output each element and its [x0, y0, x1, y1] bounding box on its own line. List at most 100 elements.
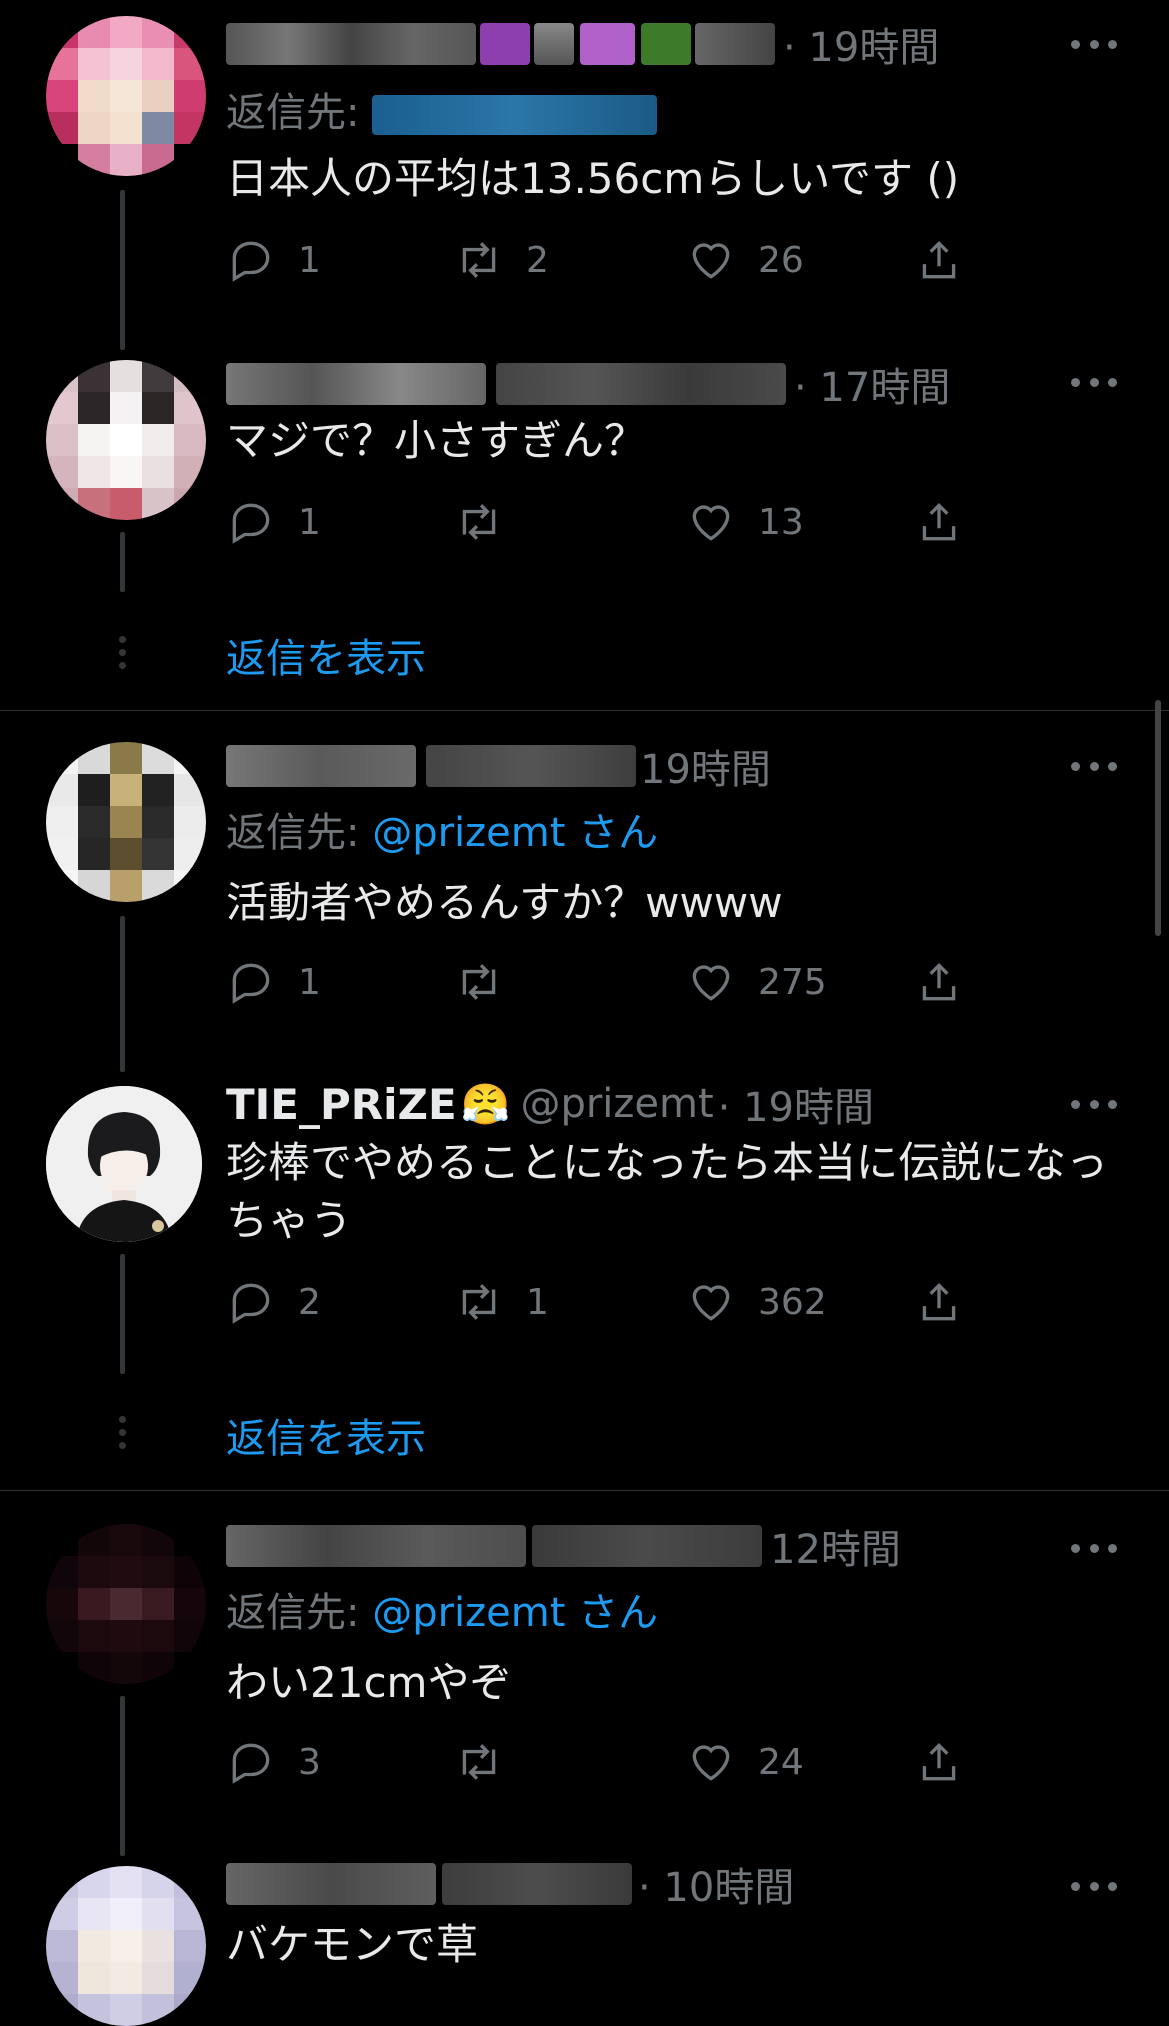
- tweet-text: マジで？小さすぎん？: [226, 416, 647, 465]
- heart-icon: [692, 243, 730, 279]
- reply-to-label: 返信先:: [226, 90, 360, 136]
- scrollbar[interactable]: [1155, 700, 1161, 936]
- action-bar: 1 275: [226, 952, 986, 1012]
- avatar[interactable]: [46, 1866, 206, 2026]
- avatar-illustration: [46, 1086, 202, 1242]
- reply-button[interactable]: 2: [226, 1272, 321, 1332]
- avatar[interactable]: [46, 742, 206, 902]
- reply-count: 1: [298, 961, 321, 1003]
- heart-icon: [692, 505, 730, 541]
- tweet-text: 活動者やめるんすか？wwww: [226, 878, 783, 927]
- share-button[interactable]: [914, 492, 964, 552]
- reply-to-label: 返信先:: [226, 1590, 360, 1636]
- tweet-time: · 17時間: [794, 365, 951, 411]
- blurred-handle: [532, 1525, 762, 1567]
- reply-button[interactable]: 1: [226, 492, 321, 552]
- reply-button[interactable]: 1: [226, 952, 321, 1012]
- like-count: 26: [758, 239, 804, 281]
- thread-continuation-icon: [117, 1416, 127, 1455]
- heart-icon: [692, 1285, 730, 1321]
- thread-line: [120, 1254, 125, 1374]
- avatar[interactable]: [46, 1524, 206, 1684]
- share-button[interactable]: [914, 230, 964, 290]
- blurred-mention[interactable]: [372, 95, 658, 135]
- reply-count: 2: [298, 1281, 321, 1323]
- share-icon: [922, 1282, 956, 1321]
- tweet-time: · 19時間: [783, 25, 940, 71]
- share-icon: [922, 240, 956, 279]
- more-icon[interactable]: [1071, 1542, 1117, 1554]
- like-button[interactable]: 362: [686, 1272, 827, 1332]
- reply-to-mention[interactable]: @prizemt さん: [372, 810, 658, 856]
- share-button[interactable]: [914, 1272, 964, 1332]
- retweet-icon: [462, 964, 496, 1000]
- more-icon[interactable]: [1071, 1098, 1117, 1110]
- blurred-emoji: [580, 23, 635, 65]
- blurred-username: [226, 1863, 436, 1905]
- retweet-icon: [462, 1744, 496, 1780]
- thread-continuation-icon: [117, 636, 127, 675]
- tweet-header: · 19時間: [226, 16, 939, 72]
- more-icon[interactable]: [1071, 376, 1117, 388]
- reply-to-label: 返信先:: [226, 810, 360, 856]
- show-replies-link[interactable]: 返信を表示: [226, 1406, 426, 1464]
- reply-icon: [232, 963, 270, 1004]
- tweet-time: · 19時間: [717, 1085, 874, 1131]
- like-button[interactable]: 24: [686, 1732, 804, 1792]
- retweet-icon: [462, 504, 496, 540]
- blurred-username: [226, 745, 416, 787]
- retweet-count: 1: [526, 1281, 549, 1323]
- blurred-username: [226, 23, 476, 65]
- retweet-button[interactable]: [454, 492, 526, 552]
- show-replies-link[interactable]: 返信を表示: [226, 626, 426, 684]
- share-icon: [922, 502, 956, 541]
- tweet-time: 12時間: [770, 1527, 901, 1573]
- divider: [0, 710, 1169, 711]
- blurred-handle: [695, 23, 775, 65]
- avatar[interactable]: [46, 1086, 202, 1242]
- action-bar: 2 1 362: [226, 1272, 986, 1332]
- like-button[interactable]: 275: [686, 952, 827, 1012]
- tweet-text: 日本人の平均は13.56cmらしいです (): [226, 154, 960, 203]
- blurred-handle: [442, 1863, 632, 1905]
- retweet-button[interactable]: [454, 952, 526, 1012]
- share-icon: [922, 1742, 956, 1781]
- reply-to: 返信先: @prizemt さん: [226, 1580, 658, 1638]
- emoji: 😤: [460, 1081, 511, 1128]
- tweet-header: 19時間: [226, 738, 771, 794]
- retweet-button[interactable]: 2: [454, 230, 549, 290]
- blurred-handle: [426, 745, 636, 787]
- retweet-button[interactable]: 1: [454, 1272, 549, 1332]
- like-count: 275: [758, 961, 827, 1003]
- more-icon[interactable]: [1071, 38, 1117, 50]
- tweet-header: TIE_PRiZE 😤 @prizemt · 19時間: [226, 1076, 874, 1132]
- display-name[interactable]: TIE_PRiZE: [226, 1080, 457, 1129]
- more-icon[interactable]: [1071, 1880, 1117, 1892]
- tweet-time: · 10時間: [638, 1865, 795, 1911]
- thread-line: [120, 916, 125, 1072]
- reply-button[interactable]: 1: [226, 230, 321, 290]
- reply-button[interactable]: 3: [226, 1732, 321, 1792]
- share-button[interactable]: [914, 952, 964, 1012]
- blurred-username: [226, 1525, 526, 1567]
- like-button[interactable]: 26: [686, 230, 804, 290]
- share-icon: [922, 962, 956, 1001]
- blurred-handle: [496, 363, 786, 405]
- reply-to-mention[interactable]: @prizemt さん: [372, 1590, 658, 1636]
- thread-line: [120, 190, 125, 350]
- like-button[interactable]: 13: [686, 492, 804, 552]
- reply-icon: [232, 1743, 270, 1784]
- retweet-icon: [462, 1284, 496, 1320]
- thread-line: [120, 1696, 125, 1856]
- more-icon[interactable]: [1071, 760, 1117, 772]
- reply-to: 返信先: @prizemt さん: [226, 800, 658, 858]
- heart-icon: [692, 965, 730, 1001]
- share-button[interactable]: [914, 1732, 964, 1792]
- avatar[interactable]: [46, 360, 206, 520]
- blurred-emoji: [641, 23, 691, 65]
- avatar[interactable]: [46, 16, 206, 176]
- user-handle[interactable]: @prizemt: [520, 1081, 713, 1127]
- retweet-count: 2: [526, 239, 549, 281]
- tweet-header: 12時間: [226, 1518, 901, 1574]
- retweet-button[interactable]: [454, 1732, 526, 1792]
